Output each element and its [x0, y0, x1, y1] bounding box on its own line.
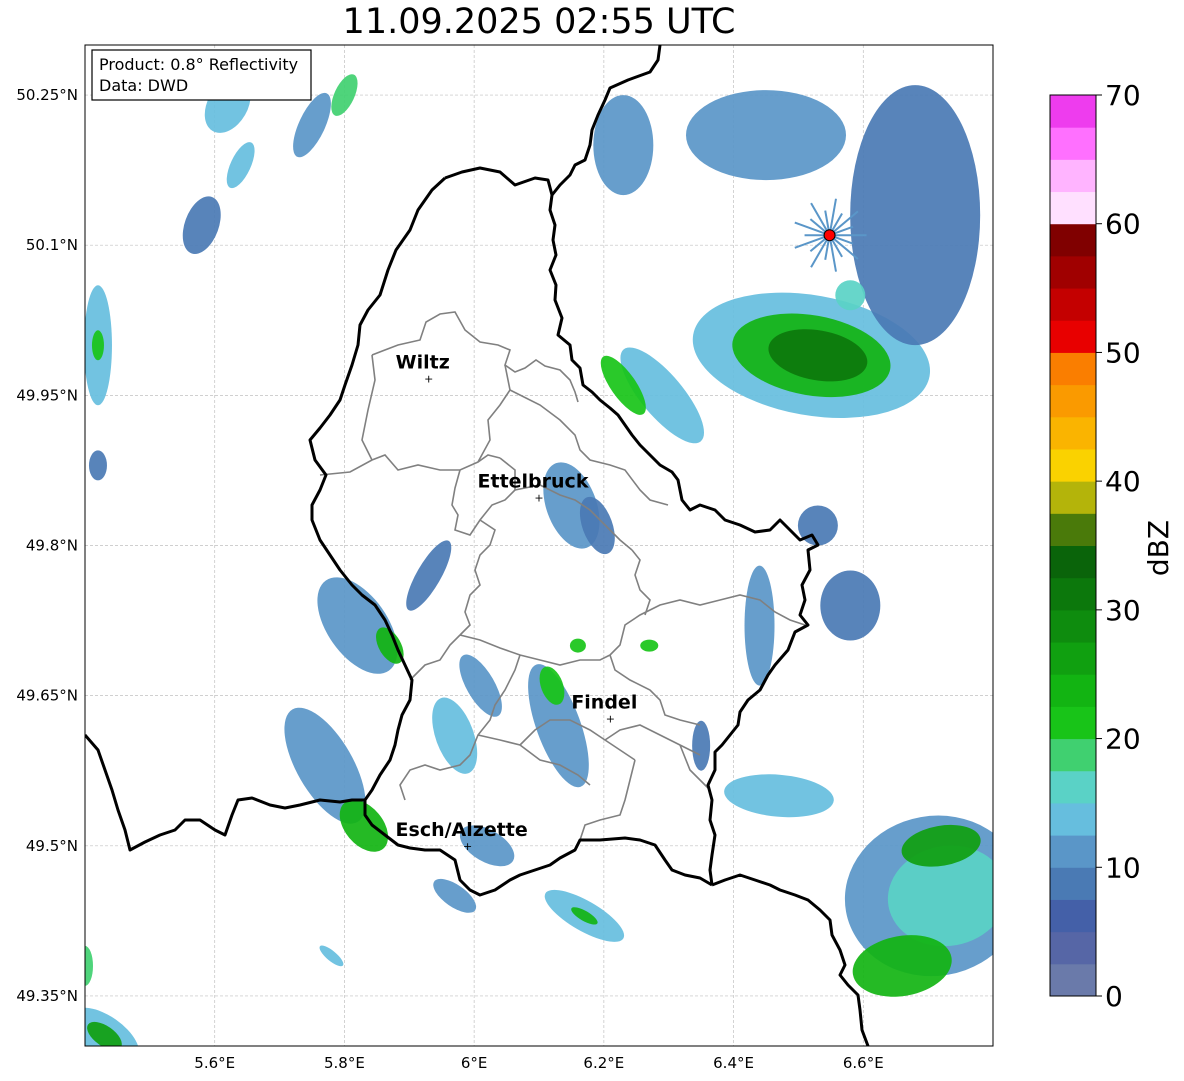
colorbar-swatch [1050, 159, 1096, 193]
colorbar-tick-label: 60 [1105, 208, 1141, 241]
colorbar-tick-label: 70 [1105, 79, 1141, 112]
reflectivity-echo [640, 639, 659, 652]
colorbar-tick-label: 50 [1105, 336, 1141, 369]
reflectivity-echo [692, 720, 711, 771]
lon-tick-label: 6°E [461, 1054, 488, 1072]
city-label: Ettelbruck [478, 470, 589, 492]
city-marker-icon: + [424, 372, 433, 385]
colorbar-swatch [1050, 899, 1096, 933]
colorbar-label: dBZ [1142, 520, 1175, 576]
radar-map: 50.25°N 50.1°N 49.95°N 49.8°N 49.65°N 49.5°N 4… [16, 44, 1175, 1072]
colorbar-swatch [1050, 320, 1096, 353]
colorbar-swatch [1050, 835, 1096, 868]
colorbar-swatch [1050, 867, 1096, 900]
lon-tick-label: 5.6°E [194, 1054, 235, 1072]
reflectivity-echo [91, 330, 104, 361]
colorbar-swatch [1050, 95, 1096, 128]
city-label: Wiltz [396, 351, 450, 373]
colorbar-swatch [1050, 223, 1096, 257]
colorbar-swatch [1050, 481, 1096, 514]
colorbar-swatch [1050, 577, 1096, 611]
colorbar-swatch [1050, 642, 1096, 675]
colorbar-swatch [1050, 513, 1096, 546]
lat-tick-label: 49.5°N [26, 837, 78, 855]
longitude-labels: 5.6°E 5.8°E 6°E 6.2°E 6.4°E 6.6°E [194, 1054, 883, 1072]
colorbar-tick-label: 0 [1105, 980, 1123, 1013]
colorbar-swatch [1050, 770, 1096, 804]
colorbar-tick-label: 40 [1105, 465, 1141, 498]
reflectivity-echo [88, 450, 107, 481]
city-label: Findel [571, 692, 637, 714]
reflectivity-echo [593, 95, 654, 196]
colorbar-swatch [1050, 738, 1096, 772]
lat-tick-label: 49.35°N [16, 987, 78, 1005]
info-product: Product: 0.8° Reflectivity [99, 55, 298, 74]
colorbar-swatch [1050, 609, 1096, 643]
city-marker-icon: + [606, 713, 615, 726]
colorbar-ticks: 0 10 20 30 40 50 60 70 [1096, 79, 1141, 1013]
lon-tick-label: 6.6°E [843, 1054, 884, 1072]
city-label: Esch/Alzette [396, 819, 528, 841]
city-marker-icon: + [463, 840, 472, 853]
lat-tick-label: 50.1°N [26, 236, 78, 254]
colorbar-swatch [1050, 802, 1096, 836]
reflectivity-echo [686, 90, 846, 181]
reflectivity-echo [820, 570, 881, 641]
info-box: Product: 0.8° Reflectivity Data: DWD [91, 49, 312, 101]
colorbar-tick-label: 20 [1105, 723, 1141, 756]
colorbar-swatch [1050, 448, 1096, 482]
reflectivity-echo [835, 280, 866, 311]
colorbar-swatch [1050, 255, 1096, 289]
latitude-labels: 50.25°N 50.1°N 49.95°N 49.8°N 49.65°N 49.5°N 4… [16, 86, 78, 1005]
colorbar [1050, 95, 1096, 997]
lat-tick-label: 50.25°N [16, 86, 78, 104]
reflectivity-echo [744, 565, 775, 686]
colorbar-swatch [1050, 706, 1096, 740]
colorbar-swatch [1050, 963, 1096, 997]
colorbar-tick-label: 30 [1105, 594, 1141, 627]
lat-tick-label: 49.8°N [26, 537, 78, 555]
colorbar-swatch [1050, 191, 1096, 225]
colorbar-swatch [1050, 545, 1096, 579]
lon-tick-label: 6.2°E [583, 1054, 624, 1072]
lon-tick-label: 6.4°E [713, 1054, 754, 1072]
lat-tick-label: 49.65°N [16, 687, 78, 705]
colorbar-swatch [1050, 384, 1096, 418]
lon-tick-label: 5.8°E [324, 1054, 365, 1072]
colorbar-swatch [1050, 416, 1096, 450]
colorbar-swatch [1050, 931, 1096, 965]
reflectivity-echo [569, 638, 586, 653]
info-data-source: Data: DWD [99, 76, 188, 95]
colorbar-swatch [1050, 127, 1096, 160]
lat-tick-label: 49.95°N [16, 386, 78, 404]
colorbar-swatch [1050, 352, 1096, 386]
colorbar-swatch [1050, 288, 1096, 321]
colorbar-tick-label: 10 [1105, 851, 1141, 884]
city-marker-icon: + [534, 491, 543, 504]
colorbar-swatch [1050, 674, 1096, 707]
reflectivity-echo [850, 85, 981, 346]
radar-site-marker [823, 229, 836, 242]
